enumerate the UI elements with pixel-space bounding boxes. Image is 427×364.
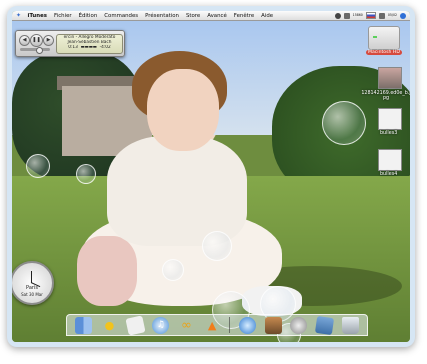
itunes-lcd: ercin - Allegro Moderato Jean-Sébastien … [56,34,123,54]
display-icon[interactable] [378,12,385,19]
dock: ● ♫ ∞ ▲ [66,314,368,336]
battery-icon[interactable] [343,12,350,19]
bubble [76,164,96,184]
desktop-file-label[interactable]: bulles3 [380,131,397,136]
menu-avance[interactable]: Avancé [204,13,231,19]
play-pause-button[interactable]: ❚❚ [30,34,43,47]
menu-presentation[interactable]: Présentation [142,13,183,19]
image-icon[interactable] [314,315,334,335]
previous-track-button[interactable]: ◀ [19,35,30,46]
menu-bar: ✦ iTunes Fichier Édition Commandes Prése… [12,11,410,21]
menu-status-left: 15860 [352,12,363,17]
infinity-icon[interactable]: ∞ [178,317,195,334]
itunes-icon[interactable]: ♫ [152,316,170,334]
menu-fichier[interactable]: Fichier [50,13,75,19]
bubble [322,101,366,145]
desktop-file-label[interactable]: bulles4 [380,172,397,177]
menu-edition[interactable]: Édition [75,13,101,19]
menu-commandes[interactable]: Commandes [101,13,142,19]
document-icon[interactable] [378,108,402,130]
desktop-screen: ✦ iTunes Fichier Édition Commandes Prése… [12,11,410,342]
hard-drive-icon[interactable] [368,26,400,50]
duck-icon[interactable]: ● [101,317,118,334]
volume-knob[interactable] [36,47,43,54]
menu-aide[interactable]: Aide [258,13,277,19]
safari-icon[interactable] [238,316,256,334]
wallpaper-girl-body [107,136,247,246]
vlc-cone-icon[interactable]: ▲ [204,317,221,334]
menu-fenetre[interactable]: Fenêtre [230,13,257,19]
volume-slider[interactable] [20,47,50,54]
remaining-time: -4:02 [99,45,111,50]
photo-icon[interactable] [264,316,282,334]
menu-extras: 15860 05/02 [334,12,410,19]
dock-separator [229,317,231,333]
document-icon[interactable] [378,149,402,171]
bubble [26,154,50,178]
clock-date: Sat 30 Mar [21,292,43,297]
elapsed-time: 0:13 [68,45,78,50]
spotlight-toggle-icon[interactable] [334,12,341,19]
jpeg-file-icon[interactable] [378,67,402,89]
spotlight-icon[interactable] [400,12,406,19]
input-flag-icon[interactable] [365,12,376,19]
wallpaper-girl-face [147,69,219,151]
menu-status-right: 05/02 [387,12,397,17]
apple-menu-icon[interactable]: ✦ [14,12,23,19]
bubble [162,259,184,281]
itunes-mini-player[interactable]: ◀ ❚❚ ▶ ercin - Allegro Moderato Jean-Séb… [15,30,125,57]
next-track-button[interactable]: ▶ [43,35,54,46]
wallpaper-girl-skirt [77,236,137,306]
menu-store[interactable]: Store [182,13,203,19]
trash-icon[interactable] [341,316,359,334]
preview-icon[interactable] [125,314,146,336]
menu-app-name[interactable]: iTunes [24,13,50,19]
track-time: 0:13 ▬▬▬▬ -4:02 [68,45,111,50]
desktop-file-label[interactable]: 128142169.ed0e_b.jpg [361,91,410,101]
settings-icon[interactable] [290,316,308,334]
bubble [202,231,232,261]
clock-widget[interactable]: Paris Sat 30 Mar [12,261,54,305]
drive-label[interactable]: Macintosh HD [366,50,402,55]
clock-city: Paris [26,285,38,291]
drive-led [373,36,377,38]
finder-icon[interactable] [75,316,93,334]
